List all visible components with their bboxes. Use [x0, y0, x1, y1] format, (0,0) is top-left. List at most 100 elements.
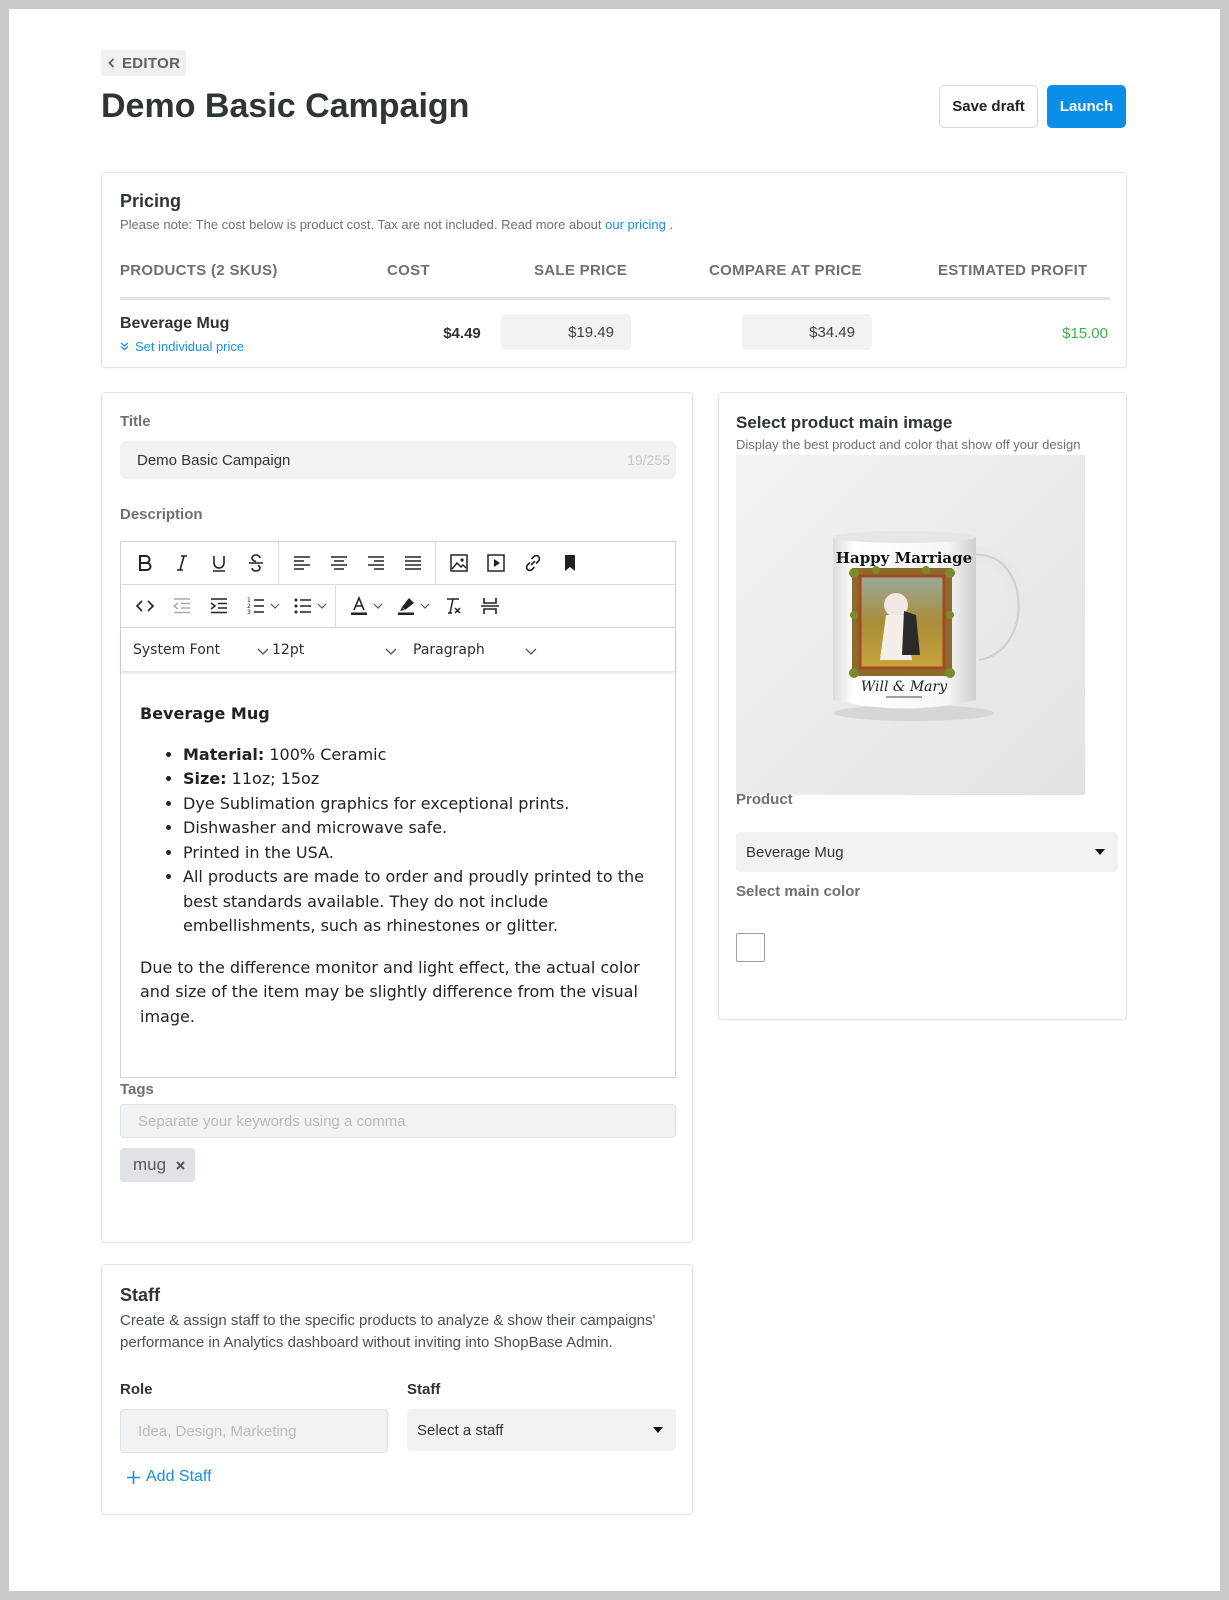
- chevron-down-icon: [270, 603, 280, 609]
- title-char-count: 19/255: [627, 452, 670, 468]
- numbered-list-icon: 123: [247, 597, 264, 616]
- add-staff-button[interactable]: Add Staff: [127, 1468, 212, 1486]
- role-label: Role: [120, 1381, 153, 1398]
- back-label: EDITOR: [122, 54, 181, 72]
- tag-label: mug: [133, 1155, 167, 1174]
- align-left-button[interactable]: [283, 542, 320, 584]
- list-item-text: 100% Ceramic: [264, 744, 387, 764]
- list-item-text: Dishwasher and microwave safe.: [183, 818, 448, 837]
- italic-button[interactable]: [163, 542, 200, 584]
- insert-image-button[interactable]: [440, 542, 477, 584]
- save-draft-button[interactable]: Save draft: [939, 85, 1038, 128]
- outdent-icon: [172, 598, 190, 614]
- chevron-down-icon: [525, 648, 537, 655]
- font-family-select[interactable]: System Font: [133, 642, 269, 658]
- set-individual-price-link[interactable]: Set individual price: [120, 339, 244, 354]
- numbered-list-dropdown[interactable]: [268, 585, 282, 627]
- chevron-left-icon: [108, 58, 115, 68]
- our-pricing-link[interactable]: our pricing: [605, 217, 666, 232]
- page-break-button[interactable]: [471, 585, 508, 627]
- staff-title: Staff: [120, 1285, 160, 1305]
- product-label: Product: [736, 791, 793, 808]
- text-color-dropdown[interactable]: [371, 585, 385, 627]
- main-image-card: Select product main image Display the be…: [718, 392, 1127, 1020]
- pricing-card: Pricing Please note: The cost below is p…: [101, 172, 1127, 368]
- chevron-down-icon: [420, 603, 430, 609]
- list-item-text: Printed in the USA.: [183, 842, 334, 862]
- clear-formatting-button[interactable]: [434, 585, 471, 627]
- description-label: Description: [120, 506, 203, 523]
- font-size-value: 12pt: [272, 642, 305, 658]
- bookmark-button[interactable]: [551, 542, 588, 584]
- bullet-list-dropdown[interactable]: [315, 585, 329, 627]
- chevron-down-icon: [257, 648, 269, 655]
- title-input[interactable]: Demo Basic Campaign 19/255: [120, 441, 676, 479]
- page: EDITOR Demo Basic Campaign Save draft La…: [9, 9, 1220, 1591]
- toolbar-row-2: 123: [121, 585, 675, 628]
- list-item: Dishwasher and microwave safe.: [183, 816, 660, 841]
- product-select-value: Beverage Mug: [746, 843, 844, 861]
- bold-icon: [138, 555, 151, 571]
- compare-price-input[interactable]: $34.49: [742, 314, 872, 350]
- list-item: Material: 100% Ceramic: [183, 743, 660, 768]
- svg-text:3: 3: [247, 609, 251, 616]
- staff-select[interactable]: Select a staff: [407, 1409, 676, 1451]
- clear-format-icon: [446, 598, 461, 614]
- color-swatch-white[interactable]: [736, 933, 765, 962]
- align-center-button[interactable]: [320, 542, 357, 584]
- indent-button[interactable]: [200, 585, 237, 627]
- list-item: Dye Sublimation graphics for exceptional…: [183, 792, 660, 817]
- editor-content[interactable]: Beverage Mug Material: 100% Ceramic Size…: [140, 702, 660, 1029]
- highlight-color-dropdown[interactable]: [418, 585, 432, 627]
- source-code-button[interactable]: [126, 585, 163, 627]
- product-select[interactable]: Beverage Mug: [736, 832, 1118, 872]
- remove-tag-icon[interactable]: [176, 1160, 185, 1170]
- title-value: Demo Basic Campaign: [137, 451, 291, 469]
- pricing-note-text: Please note: The cost below is product c…: [120, 217, 606, 232]
- indent-icon: [210, 598, 227, 614]
- main-image-title: Select product main image: [736, 413, 953, 432]
- align-justify-icon: [404, 556, 421, 570]
- bold-button[interactable]: [126, 542, 163, 584]
- align-left-icon: [293, 556, 310, 570]
- align-justify-button[interactable]: [394, 542, 431, 584]
- mug-illustration: Happy Marriage Will & Mary: [832, 531, 1028, 721]
- col-estimated-profit: ESTIMATED PROFIT: [938, 262, 1088, 279]
- role-input[interactable]: Idea, Design, Marketing: [120, 1409, 388, 1453]
- sale-price-input[interactable]: $19.49: [501, 314, 631, 350]
- pricing-title: Pricing: [120, 191, 182, 211]
- set-individual-price-label: Set individual price: [135, 339, 245, 354]
- strikethrough-icon: [248, 554, 263, 572]
- product-mockup-image[interactable]: Happy Marriage Will & Mary: [736, 455, 1085, 795]
- font-size-select[interactable]: 12pt: [272, 642, 397, 658]
- toolbar-row-1: [121, 542, 675, 585]
- underline-button[interactable]: [200, 542, 237, 584]
- bookmark-icon: [564, 555, 575, 571]
- campaign-details-card: Title Demo Basic Campaign 19/255 Descrip…: [101, 392, 693, 1243]
- back-to-editor-button[interactable]: EDITOR: [101, 50, 187, 76]
- text-color-icon: [350, 596, 367, 615]
- product-name: Beverage Mug: [120, 315, 230, 332]
- staff-card: Staff Create & assign staff to the speci…: [101, 1264, 693, 1515]
- insert-media-button[interactable]: [477, 542, 514, 584]
- tags-input[interactable]: Separate your keywords using a comma: [120, 1104, 676, 1138]
- svg-text:Will & Mary: Will & Mary: [861, 679, 948, 695]
- insert-link-button[interactable]: [514, 542, 551, 584]
- list-item: Size: 11oz; 15oz: [183, 767, 660, 792]
- list-item-text: 11oz; 15oz: [226, 769, 320, 788]
- outdent-button[interactable]: [163, 585, 200, 627]
- align-right-button[interactable]: [357, 542, 394, 584]
- toolbar-separator: [278, 542, 279, 584]
- launch-button[interactable]: Launch: [1047, 85, 1126, 128]
- strikethrough-button[interactable]: [237, 542, 274, 584]
- toolbar-separator: [335, 585, 336, 627]
- image-icon: [449, 554, 468, 572]
- video-icon: [486, 554, 505, 572]
- content-heading: Beverage Mug: [140, 704, 270, 723]
- list-item-text: Dye Sublimation graphics for exceptional…: [183, 793, 570, 813]
- underline-icon: [212, 556, 225, 572]
- block-format-select[interactable]: Paragraph: [413, 642, 537, 658]
- chevron-down-icon: [373, 603, 383, 609]
- caret-down-icon: [1095, 849, 1105, 855]
- pricing-note: Please note: The cost below is product c…: [120, 217, 673, 232]
